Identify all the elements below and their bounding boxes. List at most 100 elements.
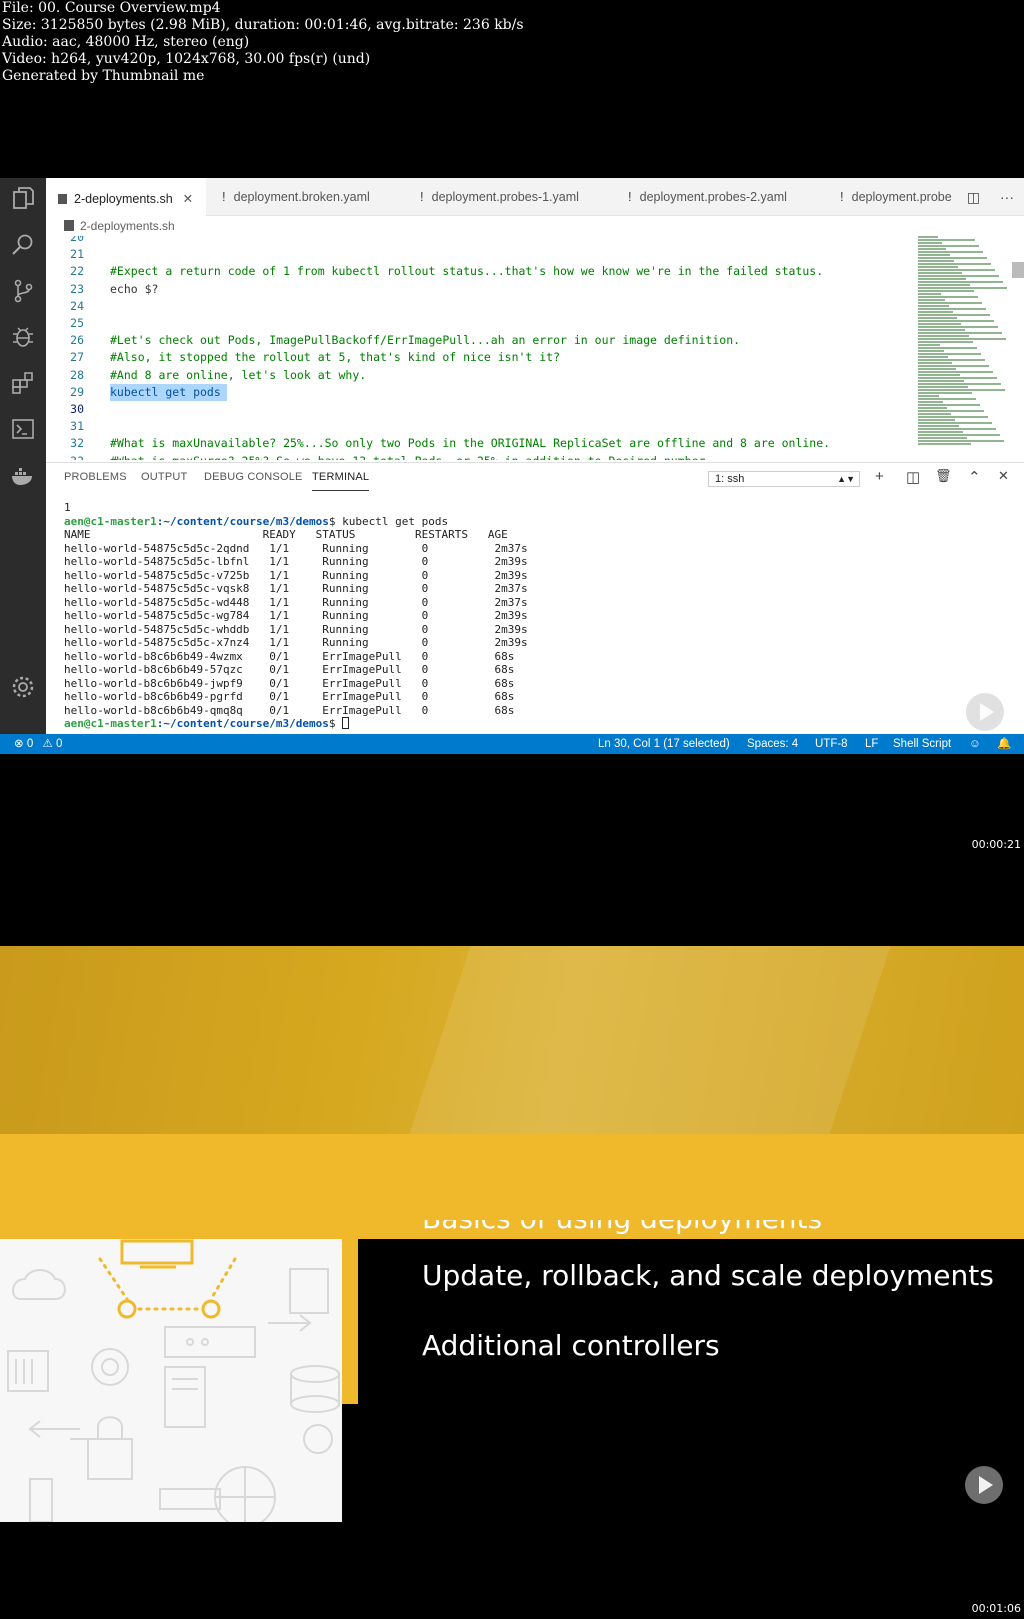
explorer-icon[interactable] [10,186,36,212]
source-control-icon[interactable] [10,278,36,304]
code-line[interactable]: 24 [46,298,916,315]
indentation[interactable]: Spaces: 4 [747,734,798,754]
tab-close-icon[interactable]: ✕ [183,192,193,206]
code-line[interactable]: 22 #Expect a return code of 1 from kubect… [46,263,916,280]
tab-deployment-broken-yaml[interactable]: ! deployment.broken.yaml [222,178,370,216]
problems-status[interactable]: ⊗ 0 ⚠ 0 [14,734,62,754]
minimap-line [918,398,976,400]
code-line[interactable]: 25 [46,315,916,332]
tab-deployment-probes-1-yaml[interactable]: ! deployment.probes-1.yaml [420,178,579,216]
editor-scrollbar[interactable] [1012,262,1024,278]
tab-deployment-probe[interactable]: ! deployment.probe [840,178,952,216]
code-line[interactable]: 27 #Also, it stopped the rollout at 5, th… [46,349,916,366]
trash-icon[interactable]: 🗑 [935,468,952,484]
line-number: 26 [70,333,84,348]
breadcrumb[interactable]: 2-deployments.sh [46,216,175,236]
code-line[interactable]: 31 [46,418,916,435]
code-line[interactable]: 20 [46,236,916,246]
minimap-line [918,362,952,364]
minimap-line [918,326,998,328]
table-row: hello-world-b8c6b6b49-qmq8q 0/1 ErrImage… [64,703,515,717]
minimap-line [918,308,986,310]
line-text: #Expect a return code of 1 from kubectl … [110,264,824,279]
minimap-line [918,287,1007,289]
more-actions-icon[interactable]: ··· [1000,189,1014,205]
docker-icon[interactable] [10,462,36,488]
terminal-exit-code: 1 [64,501,71,514]
tab-deployment-probes-2-yaml[interactable]: ! deployment.probes-2.yaml [628,178,787,216]
code-line[interactable]: 33 #What is maxSurge? 25%? So we have 13 … [46,453,916,460]
error-icon: ⊗ [14,738,24,750]
minimap-line [918,254,950,256]
tab-terminal[interactable]: TERMINAL [312,463,370,491]
minimap-line [918,251,983,253]
settings-gear-icon[interactable] [10,674,36,700]
tab-problems[interactable]: PROBLEMS [64,463,127,491]
line-text: #What is maxSurge? 25%? So we have 13 to… [110,453,712,460]
table-row: hello-world-54875c5d5c-vqsk8 1/1 Running… [64,582,528,595]
minimap-line [918,302,982,304]
line-number: 30 [70,402,84,416]
vscode-window: 2-deployments.sh ✕ ! deployment.broken.yam… [0,178,1024,754]
code-editor[interactable]: 20 21 22 #Expect a return code of 1 from ku… [46,236,916,460]
line-number: 28 [70,367,84,382]
close-panel-icon[interactable]: ✕ [998,468,1009,484]
end-of-line[interactable]: LF [865,734,878,754]
table-row: hello-world-54875c5d5c-wg784 1/1 Running… [64,609,528,622]
error-count: 0 [26,738,34,750]
split-editor-icon[interactable]: ◫ [967,189,980,205]
minimap-line [918,395,939,397]
tab-debug-console[interactable]: DEBUG CONSOLE [204,463,303,491]
table-row: hello-world-54875c5d5c-whddb 1/1 Running… [64,622,528,636]
minimap-line [918,350,944,352]
minimap-line [918,278,966,280]
cursor-position[interactable]: Ln 30, Col 1 (17 selected) [598,734,730,754]
split-terminal-icon[interactable]: ◫ [906,468,920,486]
minimap-line [918,347,977,349]
minimap[interactable] [918,236,1012,448]
tab-output[interactable]: OUTPUT [141,463,187,491]
code-line[interactable]: 21 [46,246,916,263]
play-overlay-icon [965,1466,1003,1504]
table-row: hello-world-b8c6b6b49-4wzmx 0/1 ErrImage… [64,649,515,663]
code-line[interactable]: 32 #What is maxUnavailable? 25%...So only… [46,435,916,452]
minimap-line [918,272,962,274]
debug-icon[interactable] [10,324,36,350]
terminal-icon[interactable] [10,416,36,442]
minimap-line [918,425,959,427]
line-text: #What is maxUnavailable? 25%...So only t… [110,436,831,451]
info-audio: Audio: aac, 48000 Hz, stereo (eng) [2,34,250,50]
file-icon [58,194,67,204]
search-icon[interactable] [10,232,36,258]
minimap-line [918,353,981,355]
notifications-bell-icon[interactable]: 🔔 [997,734,1011,754]
terminal-output[interactable]: 1 aen@c1-master1:~/content/course/m3/dem… [64,501,528,731]
code-line[interactable]: 28 #And 8 are online, let's look at why. [46,367,916,384]
extensions-icon[interactable] [10,370,36,396]
line-number: 32 [70,436,84,451]
video-info: File: 00. Course Overview.mp4 Size: 3125… [2,0,702,85]
tab-label: deployment.broken.yaml [233,190,370,204]
minimap-line [918,281,1003,283]
code-line[interactable]: 29 kubectl get pods [46,383,916,401]
new-terminal-icon[interactable]: + [875,468,884,485]
line-text: #Also, it stopped the rollout at 5, that… [110,350,561,365]
code-line[interactable]: 23 echo $? [46,281,916,298]
encoding[interactable]: UTF-8 [815,734,848,754]
terminal-select[interactable]: 1: ssh ▲▼ [708,471,860,487]
warning-count: 0 [55,738,63,750]
code-line[interactable]: 30 [46,401,916,418]
warning-icon: ⚠ [42,738,53,750]
code-line[interactable]: 26 #Let's check out Pods, ImagePullBackof… [46,332,916,349]
terminal-command-line: aen@c1-master1:~/content/course/m3/demos… [64,515,528,529]
line-number: 29 [70,384,84,399]
table-row: hello-world-54875c5d5c-wd448 1/1 Running… [64,595,528,609]
language-mode[interactable]: Shell Script [893,734,951,754]
feedback-smiley-icon[interactable]: ☺ [969,734,981,754]
maximize-panel-icon[interactable]: ⌃ [968,468,981,486]
minimap-line [918,275,999,277]
tab-2-deployments-sh[interactable]: 2-deployments.sh ✕ [46,178,206,216]
line-number: 24 [70,298,84,313]
minimap-line [918,368,956,370]
status-bar: ⊗ 0 ⚠ 0 Ln 30, Col 1 (17 selected) Space… [0,734,1024,754]
